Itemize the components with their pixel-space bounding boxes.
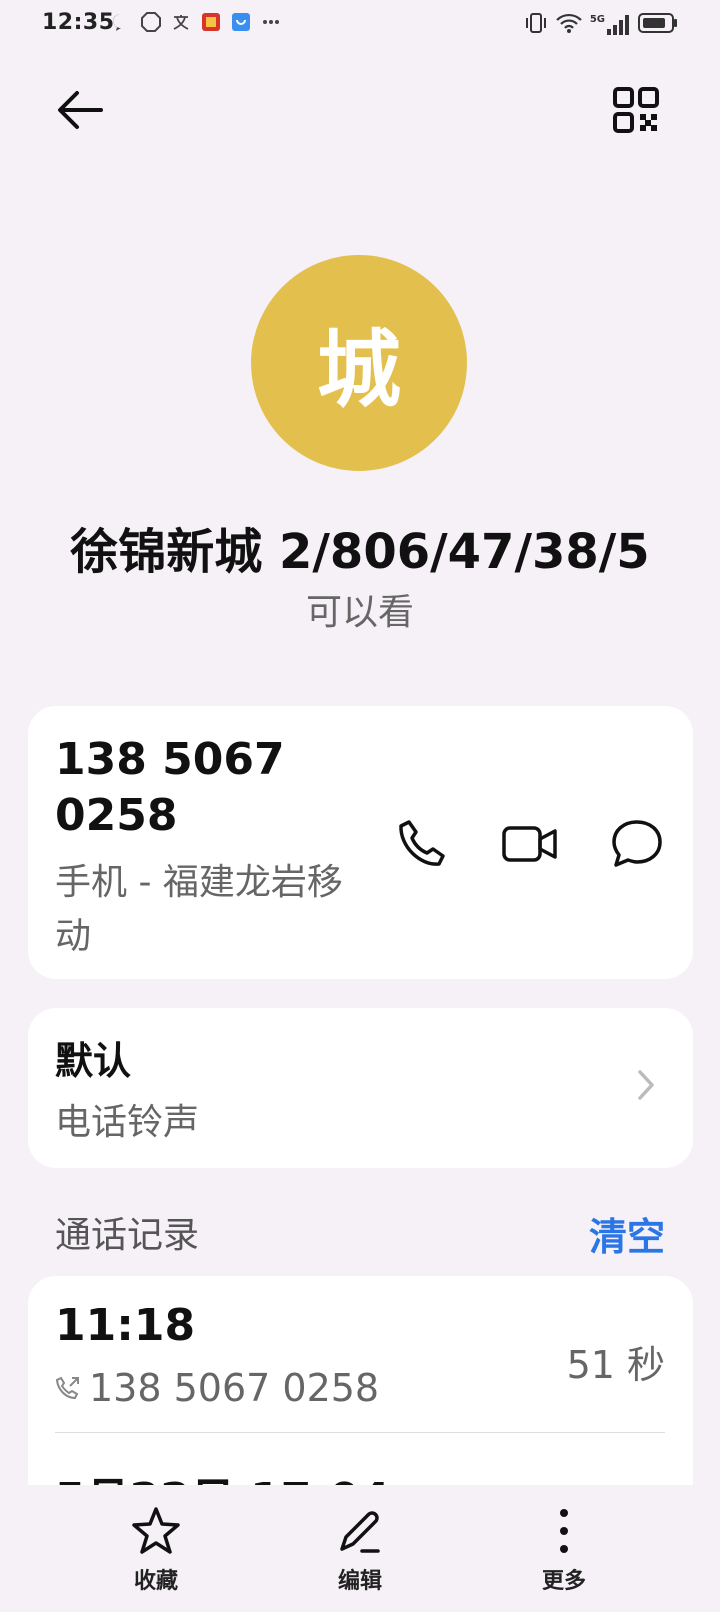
notification-icons — [110, 11, 282, 33]
vibrate-icon — [524, 12, 548, 38]
edit-label: 编辑 — [337, 1569, 382, 1594]
chevron-right-icon — [636, 1068, 656, 1106]
chat-bubble-icon — [110, 11, 132, 33]
more-label: 更多 — [541, 1569, 586, 1594]
divider — [55, 1432, 665, 1433]
translate-icon — [170, 11, 192, 33]
phone-number[interactable]: 138 5067 0258 — [55, 732, 355, 844]
ringtone-label: 电话铃声 — [55, 1102, 200, 1143]
network-type: 5G — [589, 14, 605, 25]
edit-button[interactable]: 编辑 — [300, 1505, 420, 1595]
favorite-button[interactable]: 收藏 — [96, 1505, 216, 1595]
clear-call-log-button[interactable]: 清空 — [589, 1206, 665, 1261]
chat-bubble-icon — [612, 820, 662, 867]
star-icon — [132, 1507, 180, 1554]
contact-avatar[interactable]: 城 — [251, 255, 467, 471]
ringtone-value: 默认 — [55, 1039, 132, 1083]
more-vertical-icon — [560, 1509, 568, 1553]
wifi-icon — [556, 12, 582, 38]
battery-icon — [638, 12, 678, 38]
phone-icon — [399, 820, 445, 866]
back-button[interactable] — [52, 82, 108, 138]
video-camera-icon — [502, 826, 557, 862]
message-button[interactable] — [605, 812, 669, 876]
call-log-duration: 51 秒 — [566, 1343, 665, 1387]
status-bar: 12:35 5G — [0, 0, 720, 46]
cellular-signal-icon: 5G — [590, 14, 630, 36]
contact-name: 徐锦新城 2/806/47/38/5 — [70, 524, 650, 580]
call-log-number-row: 138 5067 0258 — [55, 1366, 379, 1410]
hand-stop-icon — [140, 11, 162, 33]
outgoing-call-icon — [55, 1376, 79, 1400]
phone-type-location: 手机 - 福建龙岩移动 — [55, 862, 343, 957]
pencil-icon — [340, 1511, 380, 1553]
qr-code-button[interactable] — [608, 82, 664, 138]
app-store-icon — [230, 11, 252, 33]
call-log-header: 通话记录 — [55, 1215, 200, 1256]
arrow-left-icon — [58, 91, 103, 129]
call-log-time: 11:18 — [55, 1300, 196, 1351]
app-red-icon — [200, 11, 222, 33]
status-time: 12:35 — [42, 10, 115, 35]
more-button[interactable]: 更多 — [504, 1505, 624, 1595]
call-log-number: 138 5067 0258 — [89, 1366, 380, 1410]
call-button[interactable] — [390, 812, 454, 876]
more-notifications-icon — [260, 11, 282, 33]
system-icons: 5G — [524, 12, 678, 38]
video-call-button[interactable] — [498, 812, 562, 876]
contact-note: 可以看 — [305, 592, 414, 633]
qr-code-icon — [613, 87, 659, 133]
favorite-label: 收藏 — [133, 1569, 178, 1594]
avatar-letter: 城 — [316, 320, 401, 419]
